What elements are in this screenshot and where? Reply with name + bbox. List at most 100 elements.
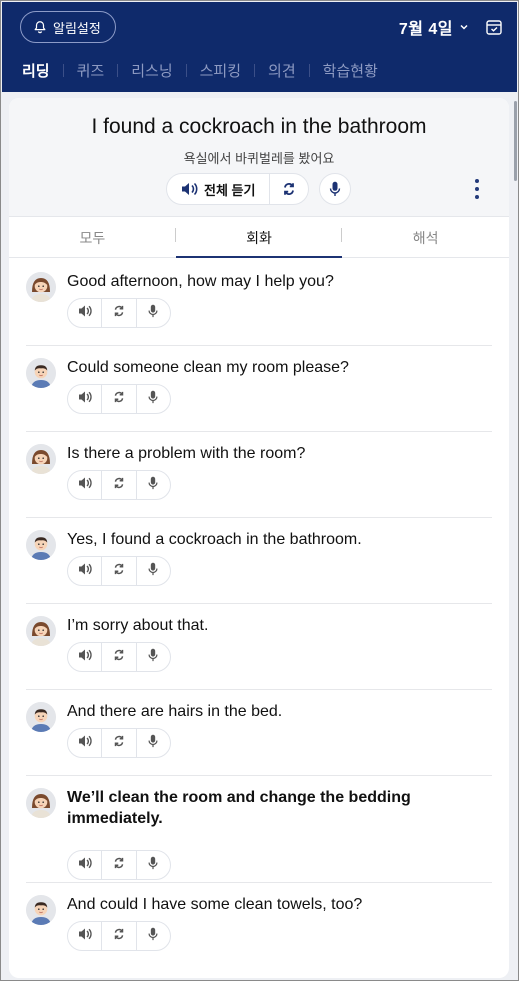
line-controls [67,556,171,586]
top-header: 알림설정 7월 4일 리딩 퀴즈 리스닝 스피킹 의견 학습현황 [2,2,517,92]
avatar-staff [26,444,56,474]
listen-all-button[interactable]: 전체 듣기 [167,174,270,204]
nav-divider [62,64,64,77]
play-line-button[interactable] [68,643,103,671]
lesson-card: I found a cockroach in the bathroom 욕실에서… [9,98,509,978]
repeat-line-button[interactable] [102,729,137,757]
play-line-button[interactable] [68,922,103,950]
bell-icon [34,21,46,34]
current-date: 7월 4일 [398,21,453,38]
scrollbar-track[interactable] [514,93,517,973]
more-dot [475,187,479,191]
play-line-button[interactable] [68,851,103,879]
repeat-icon [284,183,294,195]
record-line-button[interactable] [137,385,170,413]
microphone-icon [146,476,160,495]
row-divider [26,689,492,690]
record-line-button[interactable] [137,299,170,327]
record-line-button[interactable] [137,557,170,585]
repeat-icon [112,927,126,946]
calendar-icon[interactable] [485,18,503,36]
speaker-icon [78,734,92,753]
record-line-button[interactable] [137,471,170,499]
repeat-icon [112,562,126,581]
microphone-icon [146,562,160,581]
dialogue-text[interactable]: Good afternoon, how may I help you? [67,271,477,292]
sentence-english: I found a cockroach in the bathroom [91,115,427,138]
tab-divider [341,228,342,242]
alarm-settings-button[interactable]: 알림설정 [20,11,116,43]
play-line-button[interactable] [68,299,103,327]
nav-speaking[interactable]: 스피킹 [200,60,241,81]
more-dot [475,195,479,199]
microphone-icon [146,390,160,409]
dialogue-text[interactable]: And there are hairs in the bed. [67,701,477,722]
repeat-line-button[interactable] [102,299,137,327]
dialogue-text[interactable]: Is there a problem with the room? [67,443,477,464]
tab-divider [175,228,176,242]
nav-divider [254,64,256,77]
repeat-icon [112,856,126,875]
repeat-line-button[interactable] [102,557,137,585]
dialogue-text[interactable]: Could someone clean my room please? [67,357,477,378]
line-controls [67,642,171,672]
tab-translation[interactable]: 해석 [342,218,509,257]
main-nav: 리딩 퀴즈 리스닝 스피킹 의견 학습현황 [22,60,378,81]
record-line-button[interactable] [137,643,170,671]
repeat-icon [112,476,126,495]
date-selector[interactable]: 7월 4일 [399,14,503,40]
nav-listening[interactable]: 리스닝 [131,60,172,81]
repeat-line-button[interactable] [102,922,137,950]
nav-opinion[interactable]: 의견 [268,60,296,81]
app-frame: 알림설정 7월 4일 리딩 퀴즈 리스닝 스피킹 의견 학습현황 I found… [0,0,519,981]
speaker-icon [78,648,92,667]
tab-conversation[interactable]: 회화 [175,218,343,258]
record-all-button[interactable] [319,173,351,205]
row-divider [26,517,492,518]
record-line-button[interactable] [137,729,170,757]
more-dot [475,179,479,183]
nav-divider [185,64,187,77]
record-line-button[interactable] [137,851,170,879]
speaker-icon [78,304,92,323]
repeat-icon [112,648,126,667]
dialogue-text[interactable]: I’m sorry about that. [67,615,477,636]
sentence-korean: 욕실에서 바퀴벌레를 봤어요 [183,151,335,166]
row-divider [26,431,492,432]
repeat-line-button[interactable] [102,385,137,413]
play-line-button[interactable] [68,557,103,585]
nav-progress[interactable]: 학습현황 [323,60,378,81]
play-line-button[interactable] [68,385,103,413]
nav-reading[interactable]: 리딩 [22,60,50,81]
avatar-staff [26,616,56,646]
line-controls [67,728,171,758]
dialogue-text[interactable]: And could I have some clean towels, too? [67,894,477,915]
avatar-guest [26,530,56,560]
line-controls [67,921,171,951]
nav-divider [308,64,310,77]
dialogue-text[interactable]: Yes, I found a cockroach in the bathroom… [67,529,477,550]
repeat-line-button[interactable] [102,851,137,879]
content-tabs: 모두 회화 해석 [9,218,509,258]
speaker-icon [78,856,92,875]
repeat-line-button[interactable] [102,471,137,499]
chevron-down-icon [460,24,468,30]
tab-all[interactable]: 모두 [9,218,176,257]
scrollbar-thumb[interactable] [514,101,517,181]
speaker-icon [78,476,92,495]
nav-divider [117,64,119,77]
play-line-button[interactable] [68,729,103,757]
listen-controls: 전체 듣기 [166,173,309,205]
microphone-icon [146,648,160,667]
repeat-icon [112,390,126,409]
nav-quiz[interactable]: 퀴즈 [77,60,105,81]
row-divider [26,345,492,346]
microphone-icon [329,181,341,196]
play-line-button[interactable] [68,471,103,499]
dialogue-text[interactable]: We’ll clean the room and change the bedd… [67,787,477,829]
more-options-button[interactable] [467,176,487,202]
line-controls [67,384,171,414]
record-line-button[interactable] [137,922,170,950]
repeat-line-button[interactable] [102,643,137,671]
repeat-all-button[interactable] [270,174,308,204]
